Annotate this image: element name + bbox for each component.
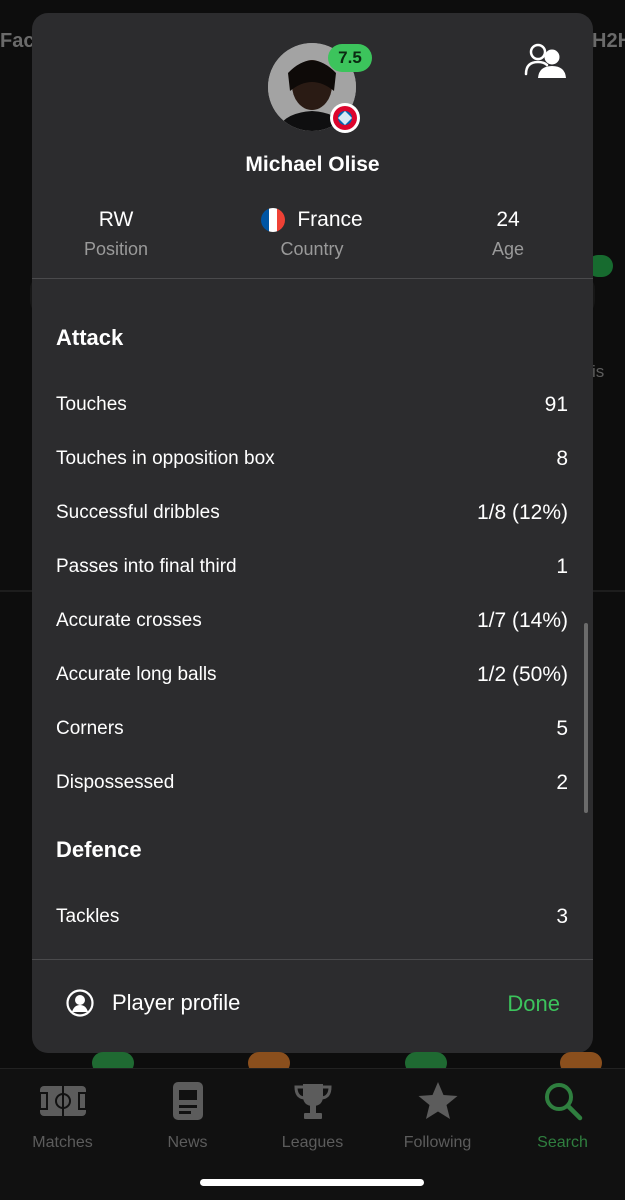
stat-value: 1/2 (50%) [476,663,568,686]
stat-row: Corners 5 [56,714,568,744]
stat-row: Accurate long balls 1/2 (50%) [56,660,568,690]
france-flag-icon [261,208,286,232]
country-label: Country [280,239,344,259]
tab-following[interactable]: Following [375,1078,500,1152]
position-info: RW Position [32,205,206,260]
trophy-icon [250,1078,375,1124]
background-side-text: is [592,362,605,381]
player-profile-label: Player profile [112,990,241,1015]
person-circle-icon [66,989,94,1017]
club-badge-icon [330,103,360,133]
stat-label: Touches in opposition box [56,448,275,469]
player-header: 7.5 Michael Olise RW Position France Cou… [32,13,593,278]
news-icon [125,1078,250,1124]
stat-value: 5 [556,717,568,740]
age-info: 24 Age [418,205,593,260]
player-profile-button[interactable]: Player profile [66,989,240,1017]
tabbar-divider [0,1068,625,1069]
player-switch-icon[interactable] [524,41,568,79]
home-indicator[interactable] [200,1179,424,1186]
tab-leagues[interactable]: Leagues [250,1078,375,1152]
stat-value: 1 [556,555,568,578]
stat-row: Touches 91 [56,390,568,420]
country-info: France Country [222,205,402,260]
tab-news[interactable]: News [125,1078,250,1152]
stat-label: Dispossessed [56,772,175,793]
background-tab-facts: Fac [0,30,35,52]
pitch-icon [0,1078,125,1124]
stat-label: Corners [56,718,124,739]
stat-label: Tackles [56,906,120,927]
player-stats-sheet: 7.5 Michael Olise RW Position France Cou… [32,13,593,1053]
done-button[interactable]: Done [507,991,560,1017]
stat-label: Passes into final third [56,556,237,577]
tab-label: Search [537,1134,588,1151]
tab-matches[interactable]: Matches [0,1078,125,1152]
tab-label: Leagues [281,1134,344,1151]
star-icon [375,1078,500,1124]
stat-value: 1/8 (12%) [476,501,568,524]
search-icon [500,1078,625,1124]
stat-value: 2 [556,771,568,794]
tab-search[interactable]: Search [500,1078,625,1152]
section-title-defence: Defence [56,837,142,862]
stat-value: 8 [556,447,568,470]
stat-row: Touches in opposition box 8 [56,444,568,474]
stat-row: Accurate crosses 1/7 (14%) [56,606,568,636]
background-tab-h2h: H2H [592,30,625,52]
position-label: Position [83,239,149,259]
player-rating-badge: 7.5 [328,44,372,72]
player-name: Michael Olise [245,153,380,176]
age-value: 24 [496,208,520,231]
stat-row: Passes into final third 1 [56,552,568,582]
stat-row: Dispossessed 2 [56,768,568,798]
stat-value: 1/7 (14%) [476,609,568,632]
stats-scrollbar[interactable] [584,623,588,813]
stat-value: 3 [556,905,568,928]
stat-row: Successful dribbles 1/8 (12%) [56,498,568,528]
stat-label: Accurate crosses [56,610,202,631]
stats-list[interactable]: Attack Touches 91 Touches in opposition … [32,279,593,959]
tab-label: Matches [32,1134,93,1151]
tab-label: News [167,1134,208,1151]
stat-value: 91 [544,393,568,416]
country-value: France [297,208,363,231]
section-title-attack: Attack [56,325,124,350]
position-value: RW [98,208,134,231]
stat-label: Accurate long balls [56,664,217,685]
tab-label: Following [403,1134,472,1151]
stat-label: Touches [56,394,127,415]
stat-label: Successful dribbles [56,502,220,523]
stat-row: Tackles 3 [56,902,568,932]
footer-divider [32,959,593,960]
age-label: Age [491,239,525,259]
